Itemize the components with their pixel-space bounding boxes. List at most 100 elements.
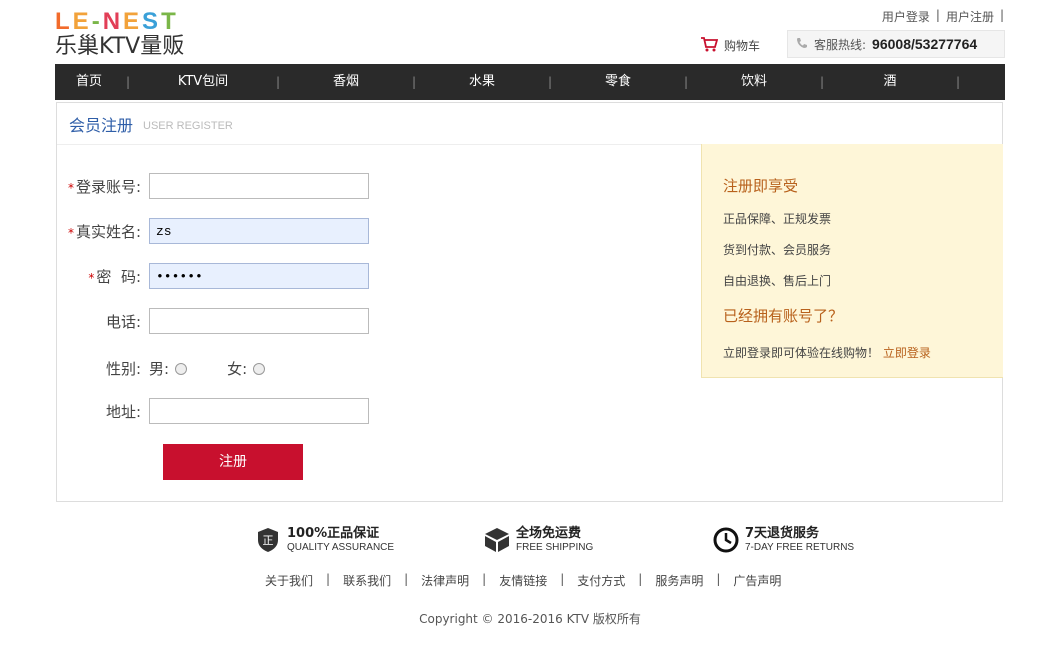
footer-link-ads[interactable]: 广告声明 (733, 572, 781, 589)
footer-separator: | (404, 572, 409, 586)
account-input[interactable] (149, 173, 369, 199)
register-link[interactable]: 用户注册 (946, 8, 994, 25)
account-row: * 登录账号: (57, 173, 369, 199)
password-row: * 密 码: (57, 263, 369, 289)
gender-male-label: 男: (149, 360, 170, 378)
gender-label: 性别: (105, 360, 141, 378)
nav-item-fruit[interactable]: 水果 (419, 64, 545, 100)
logo-letter: T (161, 8, 177, 35)
footer-link-legal[interactable]: 法律声明 (421, 572, 469, 589)
logo-letter: - (91, 8, 101, 35)
footer-separator: | (482, 572, 487, 586)
address-input[interactable] (149, 398, 369, 424)
address-label: 地址: (105, 402, 141, 421)
gender-options: 男: 女: (149, 358, 266, 379)
feature-quality: 正 100%正品保证 QUALITY ASSURANCE (255, 526, 484, 554)
site-logo[interactable]: L E - N E S T 乐巢KTV量贩 (55, 10, 245, 60)
phone-label: 电话: (105, 312, 141, 331)
clock-icon (713, 526, 739, 554)
top-links: 用户登录 | 用户注册 | (882, 8, 1004, 25)
nav-separator: | (411, 75, 417, 89)
password-label: * 密 码: (88, 267, 141, 286)
feature-shipping: 全场免运费 FREE SHIPPING (484, 526, 713, 554)
phone-input[interactable] (149, 308, 369, 334)
feature-subtitle: 7-DAY FREE RETURNS (745, 541, 855, 553)
nav-separator: | (547, 75, 553, 89)
feature-returns: 7天退货服务 7-DAY FREE RETURNS (713, 526, 942, 554)
logo-wordmark: L E - N E S T (55, 10, 245, 34)
logo-letter: N (102, 8, 122, 35)
feature-title: 全场免运费 (516, 525, 582, 541)
footer-separator: | (638, 572, 643, 586)
footer-link-service[interactable]: 服务声明 (655, 572, 703, 589)
features-bar: 正 100%正品保证 QUALITY ASSURANCE 全场免运费 FREE … (255, 526, 942, 554)
copyright: Copyright © 2016-2016 KTV 版权所有 (419, 612, 641, 626)
nav-separator: | (125, 75, 131, 89)
register-header: 会员注册 USER REGISTER (57, 103, 1002, 145)
shield-icon: 正 (255, 526, 281, 554)
realname-input[interactable] (149, 218, 369, 244)
nav-separator: | (955, 75, 961, 89)
logo-subtitle: 乐巢KTV量贩 (55, 34, 185, 59)
nav-item-ktv[interactable]: KTV包间 (133, 64, 273, 100)
phone-icon (796, 37, 808, 52)
login-prompt: 立即登录即可体验在线购物！ 立即登录 (723, 346, 931, 360)
gender-row: 性别: 男: 女: (57, 358, 266, 379)
feature-title: 100%正品保证 (287, 525, 380, 541)
logo-letter: E (72, 8, 90, 35)
account-label: * 登录账号: (67, 177, 141, 196)
footer-separator: | (560, 572, 565, 586)
nav-item-drinks[interactable]: 饮料 (691, 64, 817, 100)
hotline-label: 客服热线: (814, 37, 867, 52)
benefit-item: 正品保障、正规发票 (723, 212, 832, 226)
benefit-item: 自由退换、售后上门 (723, 274, 832, 288)
benefit-item: 货到付款、会员服务 (723, 243, 832, 257)
cart-link[interactable]: 购物车 (700, 36, 760, 55)
svg-text:正: 正 (263, 534, 274, 547)
cart-label: 购物车 (724, 39, 761, 53)
footer-separator: | (716, 572, 721, 586)
gender-male-radio[interactable] (175, 362, 188, 375)
footer-links: 关于我们 | 联系我们 | 法律声明 | 友情链接 | 支付方式 | 服务声明 | 广告声明 (265, 572, 781, 589)
benefits-panel: 注册即享受 正品保障、正规发票 货到付款、会员服务 自由退换、售后上门 已经拥有… (701, 144, 1003, 378)
hotline-number: 96008/53277764 (872, 36, 978, 52)
top-link-separator: | (935, 8, 940, 22)
nav-item-snacks[interactable]: 零食 (555, 64, 681, 100)
register-panel: 会员注册 USER REGISTER *登录账号: *真实姓名: *密 码: 电… (56, 102, 1003, 502)
footer-link-about[interactable]: 关于我们 (265, 572, 313, 589)
hotline-box: 客服热线: 96008/53277764 (787, 30, 1005, 58)
footer-link-contact[interactable]: 联系我们 (343, 572, 391, 589)
gender-female-label: 女: (227, 360, 248, 378)
cart-icon (700, 36, 719, 55)
nav-item-liquor[interactable]: 酒 (827, 64, 953, 100)
register-title: 会员注册 (69, 115, 134, 135)
side-login-link[interactable]: 立即登录 (883, 346, 931, 360)
main-nav: 首页 | KTV包间 | 香烟 | 水果 | 零食 | 饮料 | 酒 | (55, 64, 1005, 100)
nav-separator: | (819, 75, 825, 89)
footer-link-friends[interactable]: 友情链接 (499, 572, 547, 589)
box-icon (484, 526, 510, 554)
gender-female-radio[interactable] (253, 362, 266, 375)
password-input[interactable] (149, 263, 369, 289)
feature-title: 7天退货服务 (745, 525, 820, 541)
nav-separator: | (275, 75, 281, 89)
register-submit-button[interactable]: 注册 (163, 444, 303, 480)
footer-separator: | (326, 572, 331, 586)
logo-letter: E (123, 8, 141, 35)
register-title-en: USER REGISTER (143, 119, 233, 132)
feature-subtitle: FREE SHIPPING (516, 541, 594, 553)
benefits-heading: 注册即享受 (723, 177, 799, 195)
logo-letter: S (142, 8, 160, 35)
phone-row: 电话: (57, 308, 369, 334)
have-account-heading: 已经拥有账号了？ (723, 307, 844, 325)
realname-row: * 真实姓名: (57, 218, 369, 244)
login-link[interactable]: 用户登录 (882, 8, 930, 25)
nav-item-cigarettes[interactable]: 香烟 (283, 64, 409, 100)
nav-separator: | (683, 75, 689, 89)
logo-letter: L (55, 8, 71, 35)
feature-subtitle: QUALITY ASSURANCE (287, 541, 395, 553)
nav-item-home[interactable]: 首页 (55, 64, 123, 100)
footer-link-payment[interactable]: 支付方式 (577, 572, 625, 589)
address-row: 地址: (57, 398, 369, 424)
top-link-separator: | (999, 8, 1004, 22)
